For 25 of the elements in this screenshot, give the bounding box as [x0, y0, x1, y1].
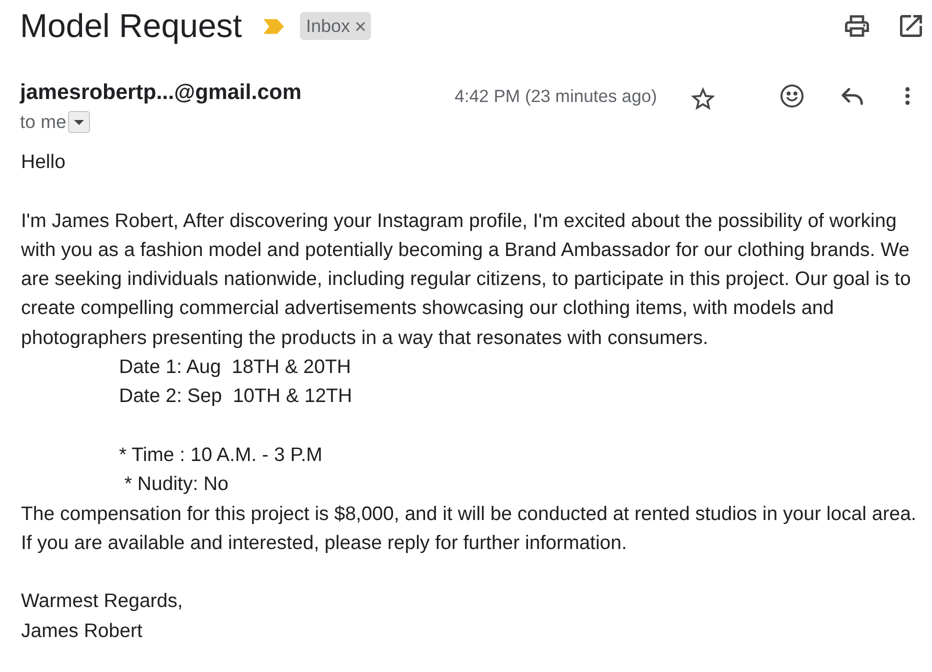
close-icon[interactable] — [356, 22, 366, 30]
body-text: Hello — [21, 150, 66, 175]
email-subject: Model Request — [20, 6, 242, 46]
body-text: James Robert — [21, 618, 144, 644]
emoji-reaction-icon[interactable] — [780, 84, 804, 108]
star-icon[interactable] — [691, 86, 715, 110]
detail-text: * Nudity: No — [123, 472, 230, 498]
importance-marker-icon[interactable] — [264, 18, 284, 34]
body-text: Warmest Regards, — [21, 589, 184, 614]
reply-icon[interactable] — [841, 88, 863, 104]
detail-text: Date 1: Aug 18TH & 20TH — [119, 355, 352, 380]
caret-icon — [74, 120, 84, 124]
detail-text: * Time : 10 A.M. - 3 P.M — [119, 442, 324, 468]
recipient-text: to me — [20, 110, 66, 134]
more-options-icon[interactable] — [905, 87, 910, 105]
body-text: The compensation for this project is $8,000, and it will be conducted at rented studios in your local area. — [21, 502, 918, 527]
open-in-new-window-icon[interactable] — [900, 15, 922, 37]
message-time: 4:42 PM (23 minutes ago) — [454, 86, 657, 106]
sender-address: jamesrobertp...@gmail.com — [20, 79, 302, 105]
label-chip[interactable]: Inbox — [300, 12, 372, 40]
detail-text: Date 2: Sep 10TH & 12TH — [119, 384, 354, 410]
body-text: If you are available and interested, please reply for further information. — [21, 530, 628, 556]
print-icon[interactable] — [845, 15, 869, 37]
recipient-details-button[interactable] — [68, 111, 90, 133]
body-text: I'm James Robert, After discovering your Instagram profile, I'm excited about the possibility of working with you as a fashion model and potentially becoming a Brand Ambassador for our clothing brands. We are seeking individuals nationwide, including regular citizens, to participate in this project. Our goal is to create compelling commercial advertisements showcasing our clothing items, with models and photographers presenting the products in a way that resonates with consumers. — [21, 208, 912, 351]
